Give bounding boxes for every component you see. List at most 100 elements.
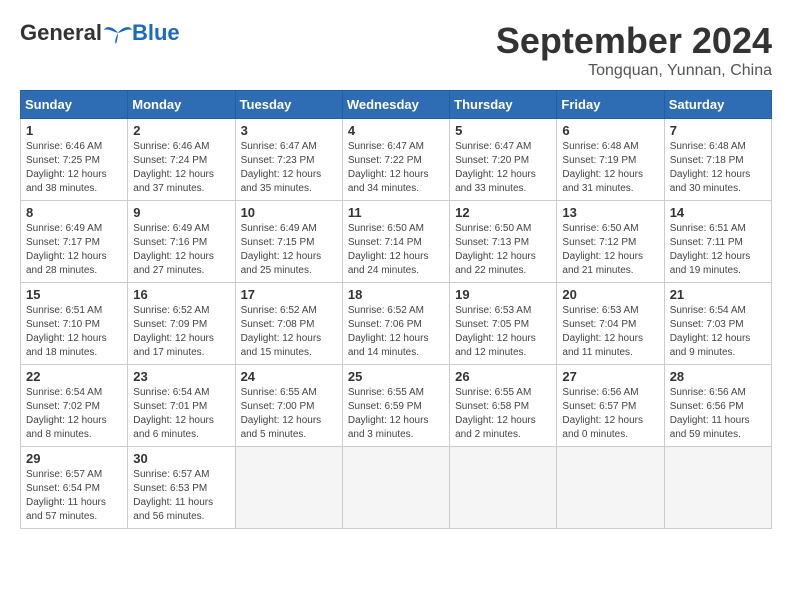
day-info: Sunrise: 6:47 AM Sunset: 7:20 PM Dayligh… — [455, 140, 551, 196]
day-info: Sunrise: 6:48 AM Sunset: 7:19 PM Dayligh… — [562, 140, 658, 196]
day-info: Sunrise: 6:51 AM Sunset: 7:11 PM Dayligh… — [670, 222, 766, 278]
calendar-cell: 3 Sunrise: 6:47 AM Sunset: 7:23 PM Daylig… — [235, 119, 342, 201]
calendar-cell: 19 Sunrise: 6:53 AM Sunset: 7:05 PM Dayli… — [450, 283, 557, 365]
weekday-header: Thursday — [450, 91, 557, 119]
calendar-cell: 2 Sunrise: 6:46 AM Sunset: 7:24 PM Daylig… — [128, 119, 235, 201]
day-info: Sunrise: 6:46 AM Sunset: 7:24 PM Dayligh… — [133, 140, 229, 196]
day-number: 28 — [670, 369, 766, 384]
day-info: Sunrise: 6:47 AM Sunset: 7:22 PM Dayligh… — [348, 140, 444, 196]
weekday-header: Tuesday — [235, 91, 342, 119]
day-info: Sunrise: 6:53 AM Sunset: 7:05 PM Dayligh… — [455, 304, 551, 360]
day-info: Sunrise: 6:52 AM Sunset: 7:09 PM Dayligh… — [133, 304, 229, 360]
day-number: 14 — [670, 205, 766, 220]
day-info: Sunrise: 6:50 AM Sunset: 7:13 PM Dayligh… — [455, 222, 551, 278]
weekday-header: Wednesday — [342, 91, 449, 119]
day-info: Sunrise: 6:51 AM Sunset: 7:10 PM Dayligh… — [26, 304, 122, 360]
day-number: 26 — [455, 369, 551, 384]
day-number: 1 — [26, 123, 122, 138]
day-info: Sunrise: 6:52 AM Sunset: 7:08 PM Dayligh… — [241, 304, 337, 360]
weekday-header: Friday — [557, 91, 664, 119]
calendar-cell: 18 Sunrise: 6:52 AM Sunset: 7:06 PM Dayli… — [342, 283, 449, 365]
weekday-header: Monday — [128, 91, 235, 119]
weekday-header: Saturday — [664, 91, 771, 119]
logo-bird-icon — [104, 22, 132, 44]
day-number: 19 — [455, 287, 551, 302]
day-info: Sunrise: 6:54 AM Sunset: 7:03 PM Dayligh… — [670, 304, 766, 360]
day-number: 27 — [562, 369, 658, 384]
day-info: Sunrise: 6:50 AM Sunset: 7:14 PM Dayligh… — [348, 222, 444, 278]
calendar-cell: 7 Sunrise: 6:48 AM Sunset: 7:18 PM Daylig… — [664, 119, 771, 201]
logo: General Blue — [20, 20, 180, 46]
day-info: Sunrise: 6:46 AM Sunset: 7:25 PM Dayligh… — [26, 140, 122, 196]
day-number: 16 — [133, 287, 229, 302]
day-number: 17 — [241, 287, 337, 302]
day-info: Sunrise: 6:55 AM Sunset: 7:00 PM Dayligh… — [241, 386, 337, 442]
day-number: 7 — [670, 123, 766, 138]
day-number: 5 — [455, 123, 551, 138]
day-info: Sunrise: 6:54 AM Sunset: 7:01 PM Dayligh… — [133, 386, 229, 442]
day-number: 24 — [241, 369, 337, 384]
month-title: September 2024 — [496, 20, 772, 62]
day-number: 13 — [562, 205, 658, 220]
calendar-cell: 8Sunrise: 6:49 AM Sunset: 7:17 PM Daylig… — [21, 201, 128, 283]
title-block: September 2024 Tongquan, Yunnan, China — [496, 20, 772, 80]
day-number: 4 — [348, 123, 444, 138]
day-info: Sunrise: 6:55 AM Sunset: 6:58 PM Dayligh… — [455, 386, 551, 442]
calendar-cell: 28 Sunrise: 6:56 AM Sunset: 6:56 PM Dayli… — [664, 365, 771, 447]
day-info: Sunrise: 6:57 AM Sunset: 6:53 PM Dayligh… — [133, 468, 229, 524]
day-number: 15 — [26, 287, 122, 302]
calendar-cell: 25Sunrise: 6:55 AM Sunset: 6:59 PM Dayli… — [342, 365, 449, 447]
calendar-cell — [235, 447, 342, 529]
day-number: 6 — [562, 123, 658, 138]
location: Tongquan, Yunnan, China — [496, 62, 772, 80]
calendar-cell: 30 Sunrise: 6:57 AM Sunset: 6:53 PM Dayli… — [128, 447, 235, 529]
calendar-cell: 12 Sunrise: 6:50 AM Sunset: 7:13 PM Dayli… — [450, 201, 557, 283]
day-number: 11 — [348, 205, 444, 220]
day-number: 23 — [133, 369, 229, 384]
day-number: 8 — [26, 205, 122, 220]
day-number: 25 — [348, 369, 444, 384]
day-number: 29 — [26, 451, 122, 466]
calendar-cell: 20 Sunrise: 6:53 AM Sunset: 7:04 PM Dayli… — [557, 283, 664, 365]
calendar-cell: 21 Sunrise: 6:54 AM Sunset: 7:03 PM Dayli… — [664, 283, 771, 365]
day-number: 20 — [562, 287, 658, 302]
day-info: Sunrise: 6:52 AM Sunset: 7:06 PM Dayligh… — [348, 304, 444, 360]
weekday-header: Sunday — [21, 91, 128, 119]
day-number: 12 — [455, 205, 551, 220]
day-info: Sunrise: 6:54 AM Sunset: 7:02 PM Dayligh… — [26, 386, 122, 442]
day-info: Sunrise: 6:50 AM Sunset: 7:12 PM Dayligh… — [562, 222, 658, 278]
calendar-cell — [664, 447, 771, 529]
calendar-cell: 1 Sunrise: 6:46 AM Sunset: 7:25 PM Daylig… — [21, 119, 128, 201]
page-header: General Blue September 2024 Tongquan, Yu… — [20, 20, 772, 80]
calendar-cell: 13 Sunrise: 6:50 AM Sunset: 7:12 PM Dayli… — [557, 201, 664, 283]
day-number: 21 — [670, 287, 766, 302]
day-info: Sunrise: 6:48 AM Sunset: 7:18 PM Dayligh… — [670, 140, 766, 196]
calendar-cell — [342, 447, 449, 529]
day-info: Sunrise: 6:56 AM Sunset: 6:56 PM Dayligh… — [670, 386, 766, 442]
calendar-cell: 6 Sunrise: 6:48 AM Sunset: 7:19 PM Daylig… — [557, 119, 664, 201]
calendar-cell: 15 Sunrise: 6:51 AM Sunset: 7:10 PM Dayli… — [21, 283, 128, 365]
day-number: 9 — [133, 205, 229, 220]
calendar-cell: 26 Sunrise: 6:55 AM Sunset: 6:58 PM Dayli… — [450, 365, 557, 447]
calendar-cell: 24 Sunrise: 6:55 AM Sunset: 7:00 PM Dayli… — [235, 365, 342, 447]
calendar-cell — [557, 447, 664, 529]
day-info: Sunrise: 6:47 AM Sunset: 7:23 PM Dayligh… — [241, 140, 337, 196]
day-info: Sunrise: 6:49 AM Sunset: 7:15 PM Dayligh… — [241, 222, 337, 278]
calendar-cell: 22Sunrise: 6:54 AM Sunset: 7:02 PM Dayli… — [21, 365, 128, 447]
day-number: 30 — [133, 451, 229, 466]
calendar-cell: 14 Sunrise: 6:51 AM Sunset: 7:11 PM Dayli… — [664, 201, 771, 283]
calendar-cell: 5 Sunrise: 6:47 AM Sunset: 7:20 PM Daylig… — [450, 119, 557, 201]
day-number: 18 — [348, 287, 444, 302]
day-info: Sunrise: 6:57 AM Sunset: 6:54 PM Dayligh… — [26, 468, 122, 524]
calendar-cell: 10 Sunrise: 6:49 AM Sunset: 7:15 PM Dayli… — [235, 201, 342, 283]
calendar-cell: 23 Sunrise: 6:54 AM Sunset: 7:01 PM Dayli… — [128, 365, 235, 447]
day-number: 2 — [133, 123, 229, 138]
day-info: Sunrise: 6:56 AM Sunset: 6:57 PM Dayligh… — [562, 386, 658, 442]
day-number: 3 — [241, 123, 337, 138]
day-info: Sunrise: 6:49 AM Sunset: 7:16 PM Dayligh… — [133, 222, 229, 278]
calendar-cell: 16 Sunrise: 6:52 AM Sunset: 7:09 PM Dayli… — [128, 283, 235, 365]
calendar-table: SundayMondayTuesdayWednesdayThursdayFrid… — [20, 90, 772, 529]
logo-blue-text: Blue — [132, 20, 180, 46]
day-info: Sunrise: 6:53 AM Sunset: 7:04 PM Dayligh… — [562, 304, 658, 360]
day-number: 10 — [241, 205, 337, 220]
